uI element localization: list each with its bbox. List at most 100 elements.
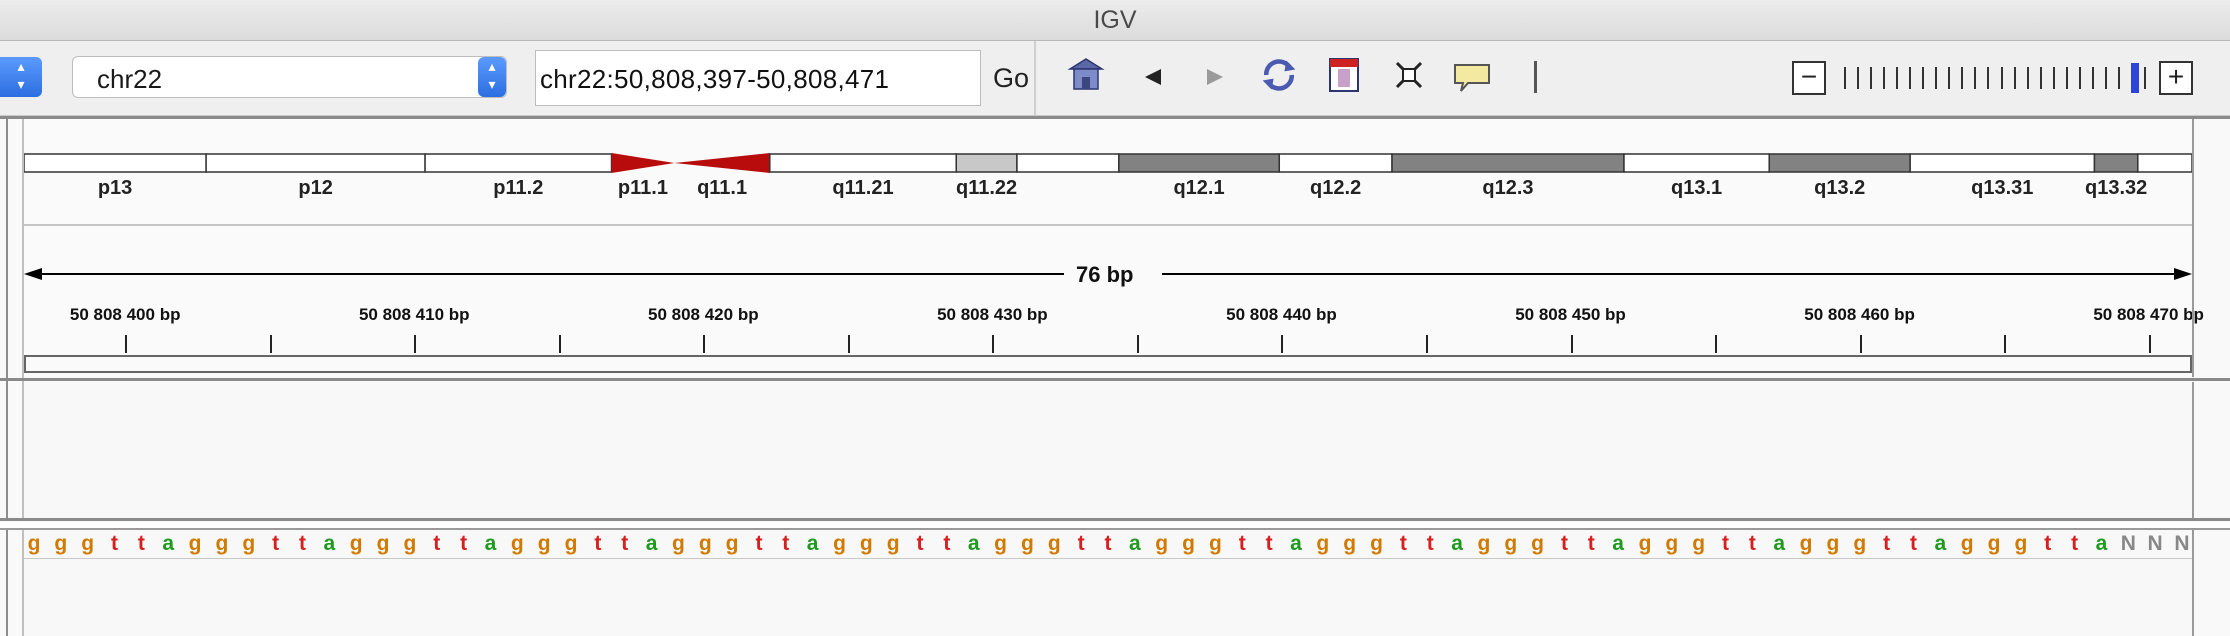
sequence-base: t: [1104, 532, 1112, 555]
zoom-level-tick[interactable]: [2104, 67, 2107, 89]
cytoband-p12[interactable]: [205, 153, 426, 173]
zoom-level-tick[interactable]: [1935, 67, 1938, 89]
zoom-level-tick[interactable]: [2000, 67, 2003, 89]
zoom-level-tick[interactable]: [1948, 67, 1951, 89]
sequence-base: g: [1343, 532, 1357, 555]
zoom-level-tick[interactable]: [2013, 67, 2016, 89]
sequence-base: t: [2044, 532, 2052, 555]
popup-info-button[interactable]: [1452, 57, 1492, 97]
sequence-base: t: [272, 532, 280, 555]
cytoband-q11.22[interactable]: [955, 153, 1018, 173]
cytoband-p13[interactable]: [24, 153, 207, 173]
zoom-slider-thumb[interactable]: [2130, 63, 2139, 93]
zoom-level-tick[interactable]: [1844, 67, 1846, 89]
data-track-panel[interactable]: [24, 382, 2192, 518]
region-of-interest-button[interactable]: [1324, 55, 1364, 95]
locus-search-field[interactable]: chr22:50,808,397-50,808,471: [535, 50, 981, 106]
genome-dropdown-stepper[interactable]: ▴ ▾: [0, 57, 42, 97]
zoom-level-tick[interactable]: [1857, 67, 1860, 89]
cytoband-q11.1[interactable]: [674, 153, 770, 173]
home-button[interactable]: [1066, 55, 1106, 95]
forward-button[interactable]: [1195, 57, 1235, 97]
sequence-base: g: [698, 532, 712, 555]
sequence-base: t: [1910, 532, 1917, 555]
zoom-level-tick[interactable]: [2091, 67, 2094, 89]
zoom-level-tick[interactable]: [2039, 67, 2042, 89]
refresh-button[interactable]: [1259, 55, 1299, 95]
resize-icon: [1395, 61, 1423, 89]
sequence-base: t: [299, 532, 306, 555]
cytoband-q12.2[interactable]: [1278, 153, 1393, 173]
cytoband-label: q12.3: [1482, 177, 1534, 199]
zoom-level-tick[interactable]: [2144, 67, 2146, 89]
go-button[interactable]: Go: [993, 63, 1029, 94]
cytoband-unlabeled[interactable]: [2137, 153, 2192, 173]
data-track-right-border: [2192, 382, 2194, 518]
sequence-base: a: [162, 532, 175, 555]
cytoband-q13.2[interactable]: [1768, 153, 1911, 173]
sequence-base: t: [782, 532, 790, 555]
cytoband-q13.31[interactable]: [1909, 153, 2096, 173]
back-arrow-icon: [1145, 69, 1161, 85]
sequence-base: g: [2014, 532, 2028, 555]
cytoband-q13.1[interactable]: [1623, 153, 1770, 173]
zoom-level-tick[interactable]: [1922, 67, 1925, 89]
sequence-base: a: [806, 532, 819, 555]
sequence-base: t: [755, 532, 763, 555]
sequence-base: a: [1934, 532, 1947, 555]
zoom-level-tick[interactable]: [1896, 67, 1899, 89]
cytoband-q11.21[interactable]: [769, 153, 957, 173]
cytoband-unlabeled[interactable]: [1016, 153, 1120, 173]
sequence-base: N: [2147, 532, 2163, 555]
cytoband-labels: p13 p12 p11.2 p11.1 q11.1 q11.21 q11.22 q12.1 q1…: [24, 177, 2192, 203]
sequence-base: g: [510, 532, 524, 555]
back-button[interactable]: [1133, 57, 1173, 97]
panel-divider-2[interactable]: [0, 518, 2230, 521]
zoom-level-tick[interactable]: [2065, 67, 2068, 89]
chromosome-ideogram[interactable]: [24, 153, 2192, 173]
header-right-border: [2192, 119, 2194, 377]
zoom-level-tick[interactable]: [2117, 67, 2120, 89]
sequence-base: N: [2174, 532, 2190, 555]
zoom-level-tick[interactable]: [2078, 67, 2081, 89]
zoom-level-tick[interactable]: [2026, 67, 2029, 89]
sequence-track[interactable]: gggttagggttagggttagggttagggttagggttagggt…: [24, 530, 2192, 560]
sequence-base: g: [1799, 532, 1813, 555]
sequence-base: g: [1208, 532, 1222, 555]
zoom-in-button[interactable]: +: [2159, 61, 2193, 95]
zoom-level-tick[interactable]: [2052, 67, 2055, 89]
ruler-major-tick: [1570, 335, 1573, 353]
chromosome-dropdown-stepper[interactable]: ▴ ▾: [478, 57, 506, 97]
locus-search-value: chr22:50,808,397-50,808,471: [540, 64, 890, 94]
cytoband-label: q13.1: [1671, 177, 1723, 199]
zoom-level-tick[interactable]: [1961, 67, 1964, 89]
minus-icon: −: [1800, 61, 1818, 92]
ruler-toggle-icon[interactable]: [1534, 61, 1537, 93]
cytoband-p11.2[interactable]: [424, 153, 613, 173]
panel-divider-1[interactable]: [0, 378, 2230, 381]
zoom-level-tick[interactable]: [1909, 67, 1912, 89]
zoom-level-tick[interactable]: [1987, 67, 1990, 89]
cytoband-q12.3[interactable]: [1391, 153, 1625, 173]
cytoband-p11.1[interactable]: [611, 153, 675, 173]
ruler-major-tick: [1281, 335, 1284, 353]
sequence-base: a: [323, 532, 336, 555]
resize-button[interactable]: [1389, 55, 1429, 95]
cytoband-label: p11.2: [493, 177, 544, 199]
cytoband-q12.1[interactable]: [1118, 153, 1281, 173]
zoom-level-tick[interactable]: [1974, 67, 1977, 89]
sequence-base: t: [1077, 532, 1085, 555]
zoom-out-button[interactable]: −: [1792, 61, 1826, 95]
cytoband-label: q13.32: [2084, 177, 2148, 199]
zoom-slider[interactable]: [1840, 63, 2160, 93]
zoom-level-tick[interactable]: [1870, 67, 1873, 89]
sequence-base: a: [1129, 532, 1141, 555]
sequence-base: g: [349, 532, 363, 555]
feature-track-panel[interactable]: gggttagggttagggttagggttagggttagggttagggt…: [24, 530, 2192, 636]
chromosome-dropdown[interactable]: chr22 ▴ ▾: [72, 56, 507, 98]
cytoband-q13.32[interactable]: [2093, 153, 2139, 173]
sequence-base: a: [1290, 532, 1302, 555]
zoom-level-tick[interactable]: [1883, 67, 1886, 89]
sequence-base: g: [1638, 532, 1652, 555]
popup-info-icon: [1454, 64, 1490, 92]
